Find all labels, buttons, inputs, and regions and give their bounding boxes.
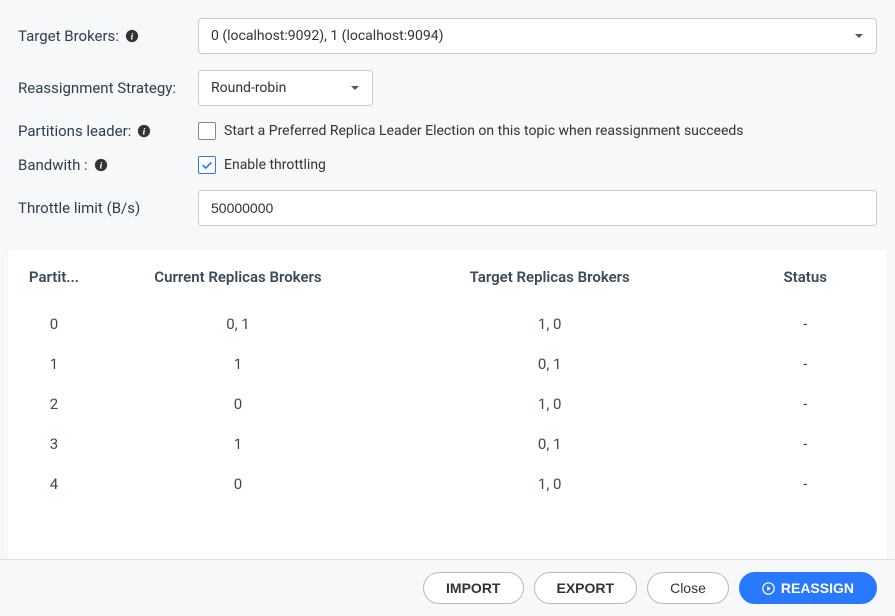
info-icon: i <box>137 124 151 138</box>
cell-partition: 4 <box>8 464 100 504</box>
info-icon: i <box>94 158 108 172</box>
strategy-select[interactable]: Round-robin <box>198 70 373 106</box>
target-brokers-select[interactable]: 0 (localhost:9092), 1 (localhost:9094) <box>198 18 877 54</box>
cell-target: 1, 0 <box>376 384 724 424</box>
cell-status: - <box>723 304 887 344</box>
throttle-limit-label-text: Throttle limit (B/s) <box>18 199 140 217</box>
target-brokers-label-text: Target Brokers: <box>18 27 119 45</box>
partitions-table-container: Partit... Current Replicas Brokers Targe… <box>8 250 887 590</box>
bandwidth-checkbox-label: Enable throttling <box>224 157 326 173</box>
table-header-row: Partit... Current Replicas Brokers Targe… <box>8 250 887 304</box>
cell-partition: 3 <box>8 424 100 464</box>
strategy-label: Reassignment Strategy: <box>18 79 198 97</box>
reassign-button[interactable]: REASSIGN <box>739 572 877 604</box>
header-current: Current Replicas Brokers <box>100 250 376 304</box>
export-button[interactable]: EXPORT <box>534 572 638 604</box>
play-icon <box>762 582 775 595</box>
target-brokers-row: Target Brokers: i 0 (localhost:9092), 1 … <box>18 18 877 54</box>
cell-partition: 0 <box>8 304 100 344</box>
form-section: Target Brokers: i 0 (localhost:9092), 1 … <box>0 0 895 250</box>
svg-text:i: i <box>143 127 146 138</box>
svg-text:i: i <box>99 161 102 172</box>
cell-partition: 1 <box>8 344 100 384</box>
table-row: 201, 0- <box>8 384 887 424</box>
close-button[interactable]: Close <box>647 572 729 604</box>
bandwidth-row: Bandwith : i Enable throttling <box>18 156 877 174</box>
svg-text:i: i <box>131 32 134 43</box>
cell-current: 0, 1 <box>100 304 376 344</box>
throttle-limit-row: Throttle limit (B/s) <box>18 190 877 226</box>
header-status: Status <box>723 250 887 304</box>
cell-partition: 2 <box>8 384 100 424</box>
strategy-row: Reassignment Strategy: Round-robin <box>18 70 877 106</box>
cell-current: 0 <box>100 384 376 424</box>
partitions-leader-label: Partitions leader: i <box>18 122 198 140</box>
partitions-table: Partit... Current Replicas Brokers Targe… <box>8 250 887 504</box>
cell-target: 0, 1 <box>376 424 724 464</box>
import-button[interactable]: IMPORT <box>423 572 523 604</box>
throttle-limit-input[interactable] <box>198 190 877 226</box>
table-row: 310, 1- <box>8 424 887 464</box>
cell-current: 0 <box>100 464 376 504</box>
table-row: 00, 11, 0- <box>8 304 887 344</box>
cell-target: 1, 0 <box>376 304 724 344</box>
cell-status: - <box>723 384 887 424</box>
target-brokers-label: Target Brokers: i <box>18 27 198 45</box>
bandwidth-label: Bandwith : i <box>18 156 198 174</box>
strategy-value: Round-robin <box>211 80 286 96</box>
strategy-label-text: Reassignment Strategy: <box>18 79 176 97</box>
cell-status: - <box>723 344 887 384</box>
header-partition: Partit... <box>8 250 100 304</box>
cell-current: 1 <box>100 424 376 464</box>
chevron-down-icon <box>350 83 360 93</box>
dialog-footer: IMPORT EXPORT Close REASSIGN <box>0 559 895 616</box>
chevron-down-icon <box>854 31 864 41</box>
table-row: 110, 1- <box>8 344 887 384</box>
cell-status: - <box>723 464 887 504</box>
partitions-leader-label-text: Partitions leader: <box>18 122 131 140</box>
partitions-leader-row: Partitions leader: i Start a Preferred R… <box>18 122 877 140</box>
cell-current: 1 <box>100 344 376 384</box>
target-brokers-value: 0 (localhost:9092), 1 (localhost:9094) <box>211 28 443 44</box>
partitions-leader-checkbox-label: Start a Preferred Replica Leader Electio… <box>224 123 744 139</box>
partitions-leader-checkbox[interactable] <box>198 122 216 140</box>
cell-target: 1, 0 <box>376 464 724 504</box>
info-icon: i <box>125 29 139 43</box>
reassign-button-label: REASSIGN <box>781 580 854 596</box>
bandwidth-checkbox[interactable] <box>198 156 216 174</box>
cell-target: 0, 1 <box>376 344 724 384</box>
header-target: Target Replicas Brokers <box>376 250 724 304</box>
bandwidth-label-text: Bandwith : <box>18 156 88 174</box>
table-row: 401, 0- <box>8 464 887 504</box>
throttle-limit-label: Throttle limit (B/s) <box>18 199 198 217</box>
cell-status: - <box>723 424 887 464</box>
